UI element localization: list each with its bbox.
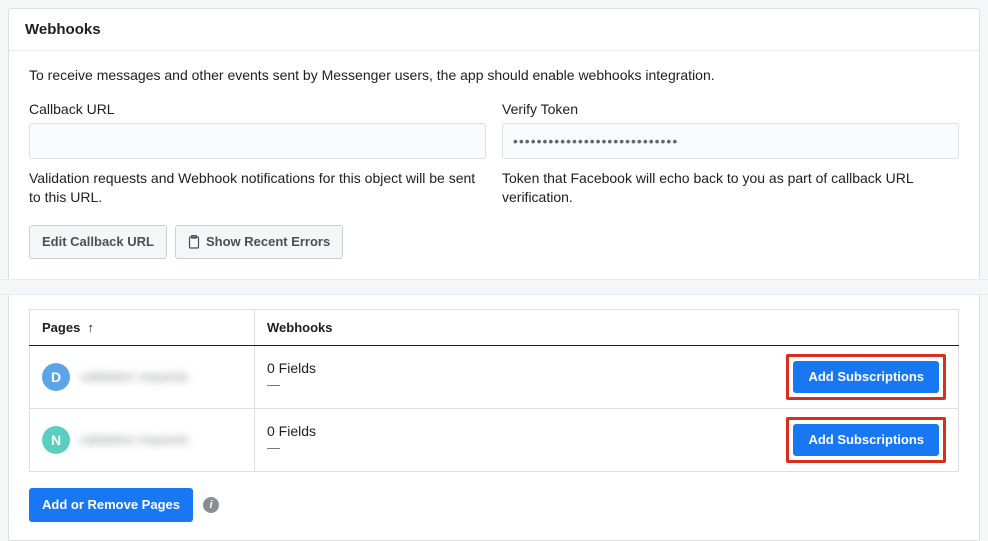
section-divider: [0, 279, 988, 295]
edit-callback-url-button[interactable]: Edit Callback URL: [29, 225, 167, 259]
fields-info: 0 Fields —: [267, 359, 316, 394]
table-row: N validation requests 0 Fields — Add Sub…: [30, 408, 959, 471]
webhooks-card: Webhooks To receive messages and other e…: [8, 8, 980, 541]
pages-table-section: Pages ↑ Webhooks D validation requests: [9, 295, 979, 472]
callback-url-help: Validation requests and Webhook notifica…: [29, 169, 486, 207]
add-subscriptions-button[interactable]: Add Subscriptions: [793, 361, 939, 393]
page-avatar: N: [42, 426, 70, 454]
column-header-pages[interactable]: Pages ↑: [30, 309, 255, 345]
table-row: D validation requests 0 Fields — Add Sub…: [30, 345, 959, 408]
info-icon[interactable]: i: [203, 497, 219, 513]
footer-row: Add or Remove Pages i: [9, 472, 979, 540]
add-subscriptions-button[interactable]: Add Subscriptions: [793, 424, 939, 456]
column-header-webhooks: Webhooks: [255, 309, 959, 345]
webhook-cell: 0 Fields — Add Subscriptions: [267, 417, 946, 463]
add-remove-pages-button[interactable]: Add or Remove Pages: [29, 488, 193, 522]
verify-token-column: Verify Token Token that Facebook will ec…: [502, 101, 959, 207]
webhook-cell: 0 Fields — Add Subscriptions: [267, 354, 946, 400]
button-row: Edit Callback URL Show Recent Errors: [29, 225, 959, 259]
verify-token-input[interactable]: [502, 123, 959, 159]
page-name: validation requests: [80, 369, 188, 384]
page-cell: D validation requests: [42, 363, 242, 391]
highlight-box: Add Subscriptions: [786, 417, 946, 463]
page-name: validation requests: [80, 432, 188, 447]
show-errors-label: Show Recent Errors: [206, 234, 330, 249]
callback-url-input[interactable]: [29, 123, 486, 159]
fields-dash: —: [267, 440, 316, 457]
sort-arrow-up-icon: ↑: [88, 320, 95, 335]
callback-url-label: Callback URL: [29, 101, 486, 117]
fields-dash: —: [267, 377, 316, 394]
fields-count: 0 Fields: [267, 422, 316, 440]
card-header: Webhooks: [9, 9, 979, 51]
fields-info: 0 Fields —: [267, 422, 316, 457]
verify-token-help: Token that Facebook will echo back to yo…: [502, 169, 959, 207]
callback-url-column: Callback URL Validation requests and Web…: [29, 101, 486, 207]
description-text: To receive messages and other events sen…: [29, 67, 959, 83]
page-avatar: D: [42, 363, 70, 391]
highlight-box: Add Subscriptions: [786, 354, 946, 400]
show-recent-errors-button[interactable]: Show Recent Errors: [175, 225, 343, 259]
pages-table: Pages ↑ Webhooks D validation requests: [29, 309, 959, 472]
form-columns: Callback URL Validation requests and Web…: [29, 101, 959, 207]
page-cell: N validation requests: [42, 426, 242, 454]
card-title: Webhooks: [25, 21, 963, 38]
pages-header-label: Pages: [42, 320, 80, 335]
fields-count: 0 Fields: [267, 359, 316, 377]
verify-token-label: Verify Token: [502, 101, 959, 117]
card-body: To receive messages and other events sen…: [9, 51, 979, 279]
clipboard-icon: [188, 235, 200, 249]
